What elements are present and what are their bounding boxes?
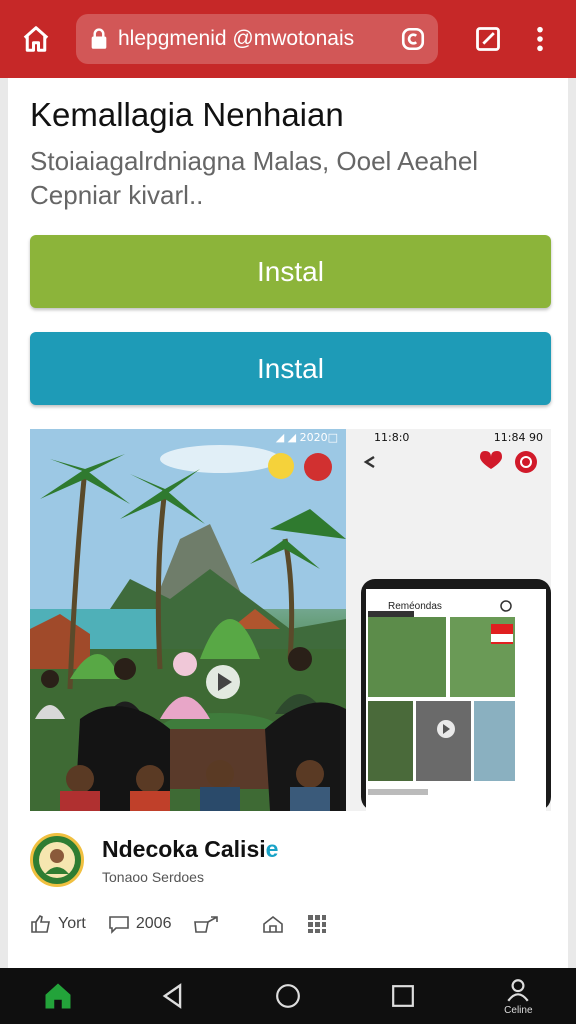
home-button[interactable] [14,17,58,61]
page-title: Kemallagia Nenhaian [30,96,344,133]
install-button-secondary[interactable]: Instal [30,332,551,405]
action-row: Yort 2006 [30,906,551,942]
like-action[interactable]: Yort [30,914,86,934]
bookmark-icon [263,915,284,933]
url-text: hlepgmenid @mwotonais [118,27,355,50]
record-icon [304,453,332,481]
grid-icon [308,915,327,933]
app-developer: Tonaoo Serdoes [102,868,204,885]
reload-button[interactable] [398,24,428,54]
system-nav-bar: Celine [0,968,576,1024]
screenshot-1[interactable]: ◢ ◢ 2020□ [30,429,346,811]
square-icon [392,985,415,1007]
lock-icon [91,28,107,49]
nav-recents[interactable] [373,968,433,1024]
circle-icon [276,984,300,1008]
edit-icon [476,27,500,51]
screenshot-2-header: Reméondas [388,601,442,612]
nav-profile[interactable]: Celine [488,968,548,1024]
reload-icon [401,27,425,51]
home-icon [23,26,49,52]
bookmark-action[interactable] [261,914,285,934]
screenshot-gallery[interactable]: ◢ ◢ 2020□ 11:8:0 11:84 90 Reméondas [30,429,551,811]
screenshot-2[interactable]: 11:8:0 11:84 90 Reméondas [346,429,551,811]
address-bar[interactable]: hlepgmenid @mwotonais [76,14,438,64]
browser-toolbar: hlepgmenid @mwotonais [0,0,576,78]
profile-label: Celine [504,1004,533,1016]
home-icon [45,983,71,1009]
app-logo-icon [39,842,75,878]
grid-action[interactable] [307,914,327,934]
page-subtitle: Stoiaiagalrdniagna Malas, Ooel Aeahel Ce… [30,146,479,210]
app-logo [30,833,84,887]
like-icon [31,914,50,933]
app-info-row: Ndecoka Calisie Tonaoo Serdoes [30,828,551,892]
screenshot-2-scene [361,451,551,811]
nav-home[interactable] [28,968,88,1024]
badge-icon [268,453,294,479]
screenshot-1-status: ◢ ◢ 2020□ [275,431,338,444]
app-name-main: Ndecoka Calisi [102,835,266,862]
back-icon [162,983,182,1009]
app-name: Ndecoka Calisie [102,836,278,863]
more-options-button[interactable] [518,17,562,61]
person-icon [507,978,529,1002]
app-name-accent: e [265,835,279,862]
share-icon [194,916,219,933]
nav-back[interactable] [143,968,203,1024]
screenshot-1-scene [30,429,346,811]
more-vert-icon [537,26,543,52]
install-button-primary[interactable]: Instal [30,235,551,308]
page-content: Kemallagia Nenhaian Stoiaiagalrdniagna M… [0,78,576,968]
comment-count: 2006 [135,915,172,932]
like-label: Yort [58,915,86,932]
share-action[interactable] [193,914,219,934]
comment-action[interactable]: 2006 [108,914,172,934]
nav-home-circle[interactable] [258,968,318,1024]
edit-button[interactable] [466,17,510,61]
comment-icon [109,916,129,934]
